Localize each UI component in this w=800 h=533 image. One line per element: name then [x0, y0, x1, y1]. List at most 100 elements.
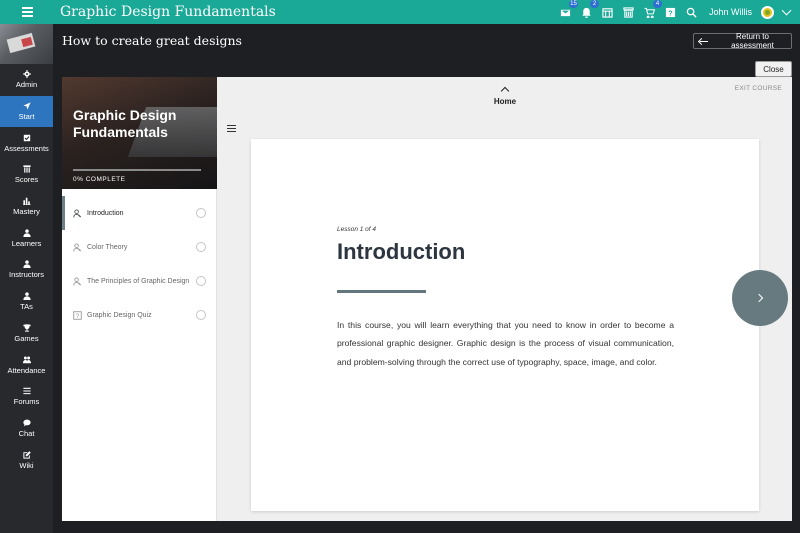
- sidebar-item-label: Mastery: [13, 207, 40, 217]
- sidebar-item-label: Attendance: [7, 365, 46, 375]
- sidebar-item-label: Forums: [13, 397, 40, 407]
- lesson-item-introduction[interactable]: Introduction: [62, 196, 216, 230]
- lesson-item-color-theory[interactable]: Color Theory: [62, 230, 216, 264]
- sidebar-item-games[interactable]: Games: [0, 318, 53, 350]
- chat-icon: [22, 419, 31, 427]
- notifications-badge: 2: [589, 0, 599, 8]
- gradebook-icon: [22, 165, 31, 174]
- exit-course-link[interactable]: EXIT COURSE: [735, 85, 782, 92]
- person-icon: [22, 229, 31, 237]
- avatar[interactable]: [761, 5, 774, 19]
- cart-icon[interactable]: 4: [644, 0, 662, 18]
- hamburger-menu-icon[interactable]: [15, 0, 39, 24]
- return-button-label: Return to assessment: [731, 32, 774, 50]
- home-label: Home: [493, 97, 517, 106]
- person-icon: [22, 260, 31, 269]
- sidebar-item-label: Wiki: [19, 460, 34, 470]
- sidebar-item-label: Instructors: [8, 270, 44, 280]
- bar-chart-icon: [22, 197, 31, 206]
- user-name[interactable]: John Willis: [709, 7, 752, 17]
- course-hero-image: Graphic Design Fundamentals 0% COMPLETE: [62, 77, 217, 189]
- group-icon: [22, 356, 31, 363]
- lesson-status-circle: [196, 310, 206, 320]
- search-icon[interactable]: [686, 6, 698, 18]
- cart-badge: 4: [652, 0, 662, 8]
- sidebar-item-assessments[interactable]: Assessments: [0, 127, 53, 159]
- chevron-down-icon[interactable]: [781, 5, 792, 15]
- sidebar-item-start[interactable]: Start: [0, 95, 53, 128]
- lesson-icon: [73, 208, 82, 218]
- arrow-left-icon: [699, 38, 708, 44]
- checkbox-icon: [23, 134, 30, 141]
- sidebar-item-label: Learners: [11, 238, 42, 248]
- sidebar-item-learners[interactable]: Learners: [0, 222, 53, 254]
- sidebar-item-label: Chat: [18, 428, 35, 438]
- svg-text:?: ?: [669, 8, 674, 17]
- catalog-icon[interactable]: [623, 6, 635, 18]
- quiz-icon: ?: [73, 310, 82, 319]
- page-title: How to create great designs: [62, 33, 242, 48]
- top-bar-actions: 15 2 4 ? John Willis: [560, 0, 792, 24]
- lesson-status-circle: [196, 242, 206, 252]
- lesson-title: Introduction: [337, 239, 466, 264]
- sidebar-item-label: TAs: [20, 302, 33, 312]
- course-title: Graphic Design Fundamentals: [73, 107, 177, 140]
- lesson-icon: [73, 276, 82, 286]
- inbox-badge: 15: [568, 0, 578, 8]
- lesson-label: Color Theory: [87, 243, 128, 251]
- lesson-content-area: Home EXIT COURSE Lesson 1 of 4 Introduct…: [218, 77, 792, 521]
- sidebar-item-admin[interactable]: Admin: [0, 64, 53, 96]
- notifications-icon[interactable]: 2: [581, 0, 599, 18]
- svg-text:?: ?: [76, 312, 80, 319]
- lesson-item-quiz[interactable]: ? Graphic Design Quiz: [62, 298, 216, 332]
- list-icon: [22, 388, 31, 395]
- sidebar-item-label: Scores: [14, 175, 39, 185]
- lesson-card: Lesson 1 of 4 Introduction In this cours…: [251, 139, 759, 511]
- progress-label: 0% COMPLETE: [73, 176, 126, 183]
- edit-icon: [22, 450, 31, 459]
- sidebar-item-forums[interactable]: Forums: [0, 381, 53, 413]
- sidebar-item-tas[interactable]: TAs: [0, 286, 53, 318]
- lesson-icon: [73, 242, 82, 252]
- top-bar: Graphic Design Fundamentals 15 2 4 ? Joh…: [0, 0, 800, 24]
- sidebar-item-scores[interactable]: Scores: [0, 159, 53, 191]
- inbox-icon[interactable]: 15: [560, 0, 578, 18]
- title-divider: [337, 290, 426, 293]
- left-sidebar: Admin Start Assessments Scores Mastery L…: [0, 24, 53, 533]
- sidebar-item-attendance[interactable]: Attendance: [0, 349, 53, 381]
- course-thumbnail[interactable]: [0, 24, 53, 64]
- lesson-label: Introduction: [87, 209, 124, 217]
- sidebar-item-chat[interactable]: Chat: [0, 413, 53, 445]
- lesson-label: The Principles of Graphic Design: [87, 277, 190, 285]
- calendar-icon[interactable]: [602, 6, 614, 18]
- lesson-counter: Lesson 1 of 4: [337, 226, 377, 233]
- sidebar-item-label: Games: [14, 333, 39, 343]
- home-nav[interactable]: Home: [483, 85, 527, 106]
- progress-bar: [73, 169, 201, 171]
- sidebar-item-wiki[interactable]: Wiki: [0, 444, 53, 476]
- lesson-body-text: In this course, you will learn everythin…: [337, 320, 674, 367]
- lesson-status-circle: [196, 208, 206, 218]
- outline-toggle-icon[interactable]: [227, 125, 236, 132]
- lesson-status-circle: [196, 276, 206, 286]
- next-lesson-button[interactable]: [732, 270, 788, 326]
- chevron-right-icon: [754, 293, 763, 303]
- chevron-up-icon: [500, 86, 510, 96]
- sidebar-item-instructors[interactable]: Instructors: [0, 254, 53, 286]
- course-player: Graphic Design Fundamentals 0% COMPLETE …: [62, 77, 792, 521]
- person-icon: [22, 292, 31, 301]
- lesson-item-principles[interactable]: The Principles of Graphic Design: [62, 264, 216, 298]
- help-icon[interactable]: ?: [665, 6, 677, 18]
- return-to-assessment-button[interactable]: Return to assessment: [693, 32, 792, 50]
- app-title: Graphic Design Fundamentals: [60, 4, 276, 20]
- gear-icon: [22, 70, 31, 79]
- sidebar-item-label: Admin: [15, 80, 38, 90]
- lesson-label: Graphic Design Quiz: [87, 311, 152, 319]
- trophy-icon: [22, 324, 31, 332]
- navigate-icon: [22, 102, 31, 110]
- sidebar-item-label: Start: [18, 112, 35, 122]
- close-button[interactable]: Close: [755, 61, 792, 77]
- sidebar-item-mastery[interactable]: Mastery: [0, 191, 53, 223]
- course-outline: Graphic Design Fundamentals 0% COMPLETE …: [62, 77, 217, 521]
- sidebar-item-label: Assessments: [4, 143, 49, 153]
